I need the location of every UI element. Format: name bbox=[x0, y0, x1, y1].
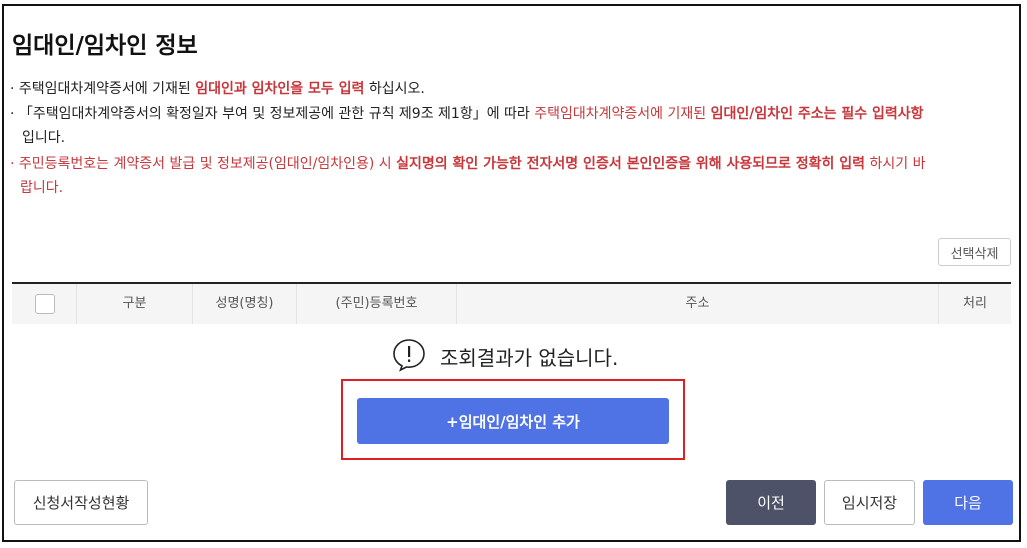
notice-text: · 「주택임대차계약증서의 확정일자 부여 및 정보제공에 관한 규칙 제9조 … bbox=[10, 106, 535, 122]
exclamation-bubble-icon bbox=[393, 339, 425, 372]
add-party-button[interactable]: +임대인/임차인 추가 bbox=[357, 398, 669, 444]
notice-red-text: · 주민등록번호는 계약증서 발급 및 정보제공(임대인/임차인용) 시 bbox=[10, 156, 397, 172]
notice-line-3-cont: 랍니다. bbox=[20, 180, 64, 196]
column-header-id-number: (주민)등록번호 bbox=[296, 284, 456, 324]
column-header-address: 주소 bbox=[456, 284, 938, 324]
notice-red-text: 하시기 바 bbox=[865, 156, 926, 172]
column-header-name: 성명(명칭) bbox=[192, 284, 296, 324]
notice-emphasis: 임대인과 임차인을 모두 입력 bbox=[195, 81, 365, 97]
notice-red-text: 주택임대차계약증서에 기재된 bbox=[534, 106, 711, 122]
notice-line-2: · 「주택임대차계약증서의 확정일자 부여 및 정보제공에 관한 규칙 제9조 … bbox=[10, 102, 924, 126]
column-header-type: 구분 bbox=[76, 284, 192, 324]
section-title: 임대인/임차인 정보 bbox=[12, 33, 198, 59]
notice-line-2-cont: 입니다. bbox=[22, 130, 66, 146]
notice-emphasis: 실지명의 확인 가능한 전자서명 인증서 본인인증을 위해 사용되므로 정확히 … bbox=[396, 156, 866, 172]
party-info-panel: 임대인/임차인 정보 · 주택임대차계약증서에 기재된 임대인과 임차인을 모두… bbox=[2, 4, 1021, 542]
application-status-button[interactable]: 신청서작성현황 bbox=[14, 480, 148, 525]
column-header-action: 처리 bbox=[938, 284, 1011, 324]
table-header: 구분 성명(명칭) (주민)등록번호 주소 처리 bbox=[12, 284, 1011, 324]
notice-text: 하십시오. bbox=[364, 81, 425, 97]
temp-save-button[interactable]: 임시저장 bbox=[824, 480, 915, 525]
notice-line-3: · 주민등록번호는 계약증서 발급 및 정보제공(임대인/임차인용) 시 실지명… bbox=[10, 152, 925, 176]
notice-text: · 주택임대차계약증서에 기재된 bbox=[10, 81, 196, 97]
notice-line-1: · 주택임대차계약증서에 기재된 임대인과 임차인을 모두 입력 하십시오. bbox=[10, 77, 425, 101]
empty-message: 조회결과가 없습니다. bbox=[440, 346, 619, 370]
header-checkbox-cell bbox=[12, 284, 76, 324]
notice-emphasis: 임대인/임차인 주소는 필수 입력사항 bbox=[710, 106, 924, 122]
select-all-checkbox[interactable] bbox=[35, 294, 55, 314]
next-button[interactable]: 다음 bbox=[923, 480, 1013, 525]
delete-selected-button[interactable]: 선택삭제 bbox=[938, 238, 1011, 266]
prev-button[interactable]: 이전 bbox=[726, 480, 816, 525]
